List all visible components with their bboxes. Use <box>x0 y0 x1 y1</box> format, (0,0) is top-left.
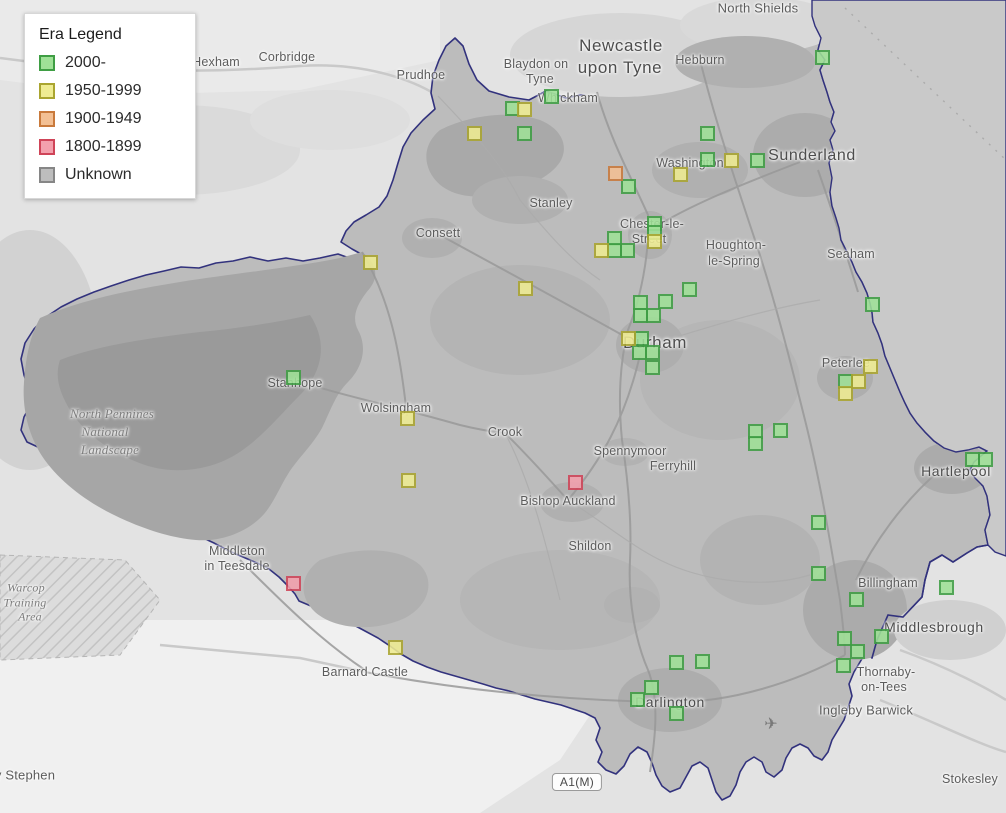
marker-era-2000[interactable] <box>643 679 659 695</box>
legend-swatch-unknown-icon <box>39 167 55 183</box>
legend-item-1950: 1950-1999 <box>39 82 183 100</box>
marker-era-1900[interactable] <box>607 165 623 181</box>
marker-era-2000[interactable] <box>644 344 660 360</box>
legend-swatch-1950-icon <box>39 83 55 99</box>
marker-era-2000[interactable] <box>864 296 880 312</box>
marker-era-1950[interactable] <box>517 280 533 296</box>
era-legend: Era Legend 2000- 1950-1999 1900-1949 180… <box>24 13 196 199</box>
marker-era-1800[interactable] <box>285 575 301 591</box>
legend-item-unknown: Unknown <box>39 166 183 184</box>
marker-era-1950[interactable] <box>862 358 878 374</box>
marker-era-2000[interactable] <box>633 330 649 346</box>
marker-era-2000[interactable] <box>668 705 684 721</box>
marker-era-2000[interactable] <box>699 151 715 167</box>
map-app: North Shields Newcastle upon Tyne Hebburn He… <box>0 0 1006 813</box>
marker-era-2000[interactable] <box>694 653 710 669</box>
marker-era-2000[interactable] <box>516 125 532 141</box>
legend-item-2000: 2000- <box>39 54 183 72</box>
marker-era-2000[interactable] <box>835 657 851 673</box>
legend-swatch-2000-icon <box>39 55 55 71</box>
marker-era-1950[interactable] <box>466 125 482 141</box>
marker-era-2000[interactable] <box>772 422 788 438</box>
marker-era-2000[interactable] <box>749 152 765 168</box>
marker-era-2000[interactable] <box>285 369 301 385</box>
legend-title: Era Legend <box>39 26 122 43</box>
marker-era-1950[interactable] <box>362 254 378 270</box>
marker-era-2000[interactable] <box>810 565 826 581</box>
marker-era-1950[interactable] <box>516 101 532 117</box>
legend-swatch-1900-icon <box>39 111 55 127</box>
marker-era-2000[interactable] <box>873 628 889 644</box>
legend-swatch-1800-icon <box>39 139 55 155</box>
marker-era-2000[interactable] <box>644 359 660 375</box>
marker-era-2000[interactable] <box>619 242 635 258</box>
marker-era-2000[interactable] <box>849 643 865 659</box>
legend-item-1900: 1900-1949 <box>39 110 183 128</box>
marker-era-2000[interactable] <box>681 281 697 297</box>
marker-era-2000[interactable] <box>848 591 864 607</box>
marker-era-2000[interactable] <box>620 178 636 194</box>
marker-era-1950[interactable] <box>850 373 866 389</box>
marker-era-2000[interactable] <box>699 125 715 141</box>
marker-era-2000[interactable] <box>977 451 993 467</box>
marker-era-1950[interactable] <box>723 152 739 168</box>
marker-era-1950[interactable] <box>400 472 416 488</box>
marker-era-1800[interactable] <box>567 474 583 490</box>
marker-era-1950[interactable] <box>399 410 415 426</box>
marker-era-2000[interactable] <box>668 654 684 670</box>
marker-era-1950[interactable] <box>837 385 853 401</box>
legend-item-1800: 1800-1899 <box>39 138 183 156</box>
marker-era-1950[interactable] <box>672 166 688 182</box>
marker-era-1950[interactable] <box>620 330 636 346</box>
marker-era-2000[interactable] <box>629 691 645 707</box>
marker-era-2000[interactable] <box>657 293 673 309</box>
road-badge-a1m: A1(M) <box>551 773 603 791</box>
marker-era-1950[interactable] <box>593 242 609 258</box>
marker-era-2000[interactable] <box>645 307 661 323</box>
marker-era-1950[interactable] <box>387 639 403 655</box>
marker-era-2000[interactable] <box>938 579 954 595</box>
marker-era-2000[interactable] <box>814 49 830 65</box>
marker-era-2000[interactable] <box>543 88 559 104</box>
marker-era-2000[interactable] <box>747 435 763 451</box>
marker-era-1950[interactable] <box>646 233 662 249</box>
marker-era-2000[interactable] <box>810 514 826 530</box>
